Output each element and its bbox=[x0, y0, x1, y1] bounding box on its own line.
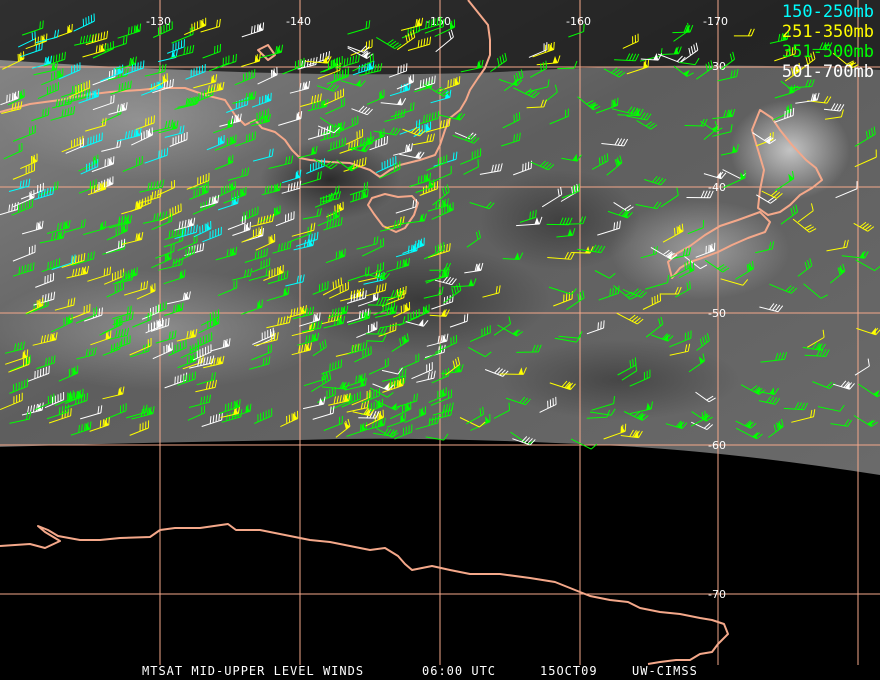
lat-label-60: -60 bbox=[708, 439, 726, 452]
legend-item-251-350: 251-350mb bbox=[781, 22, 874, 42]
lat-label-50: -50 bbox=[708, 307, 726, 320]
footer-time: 06:00 UTC bbox=[422, 664, 497, 678]
lat-label-30: -30 bbox=[708, 60, 726, 73]
legend-item-351-500: 351-500mb bbox=[781, 42, 874, 62]
legend-item-150-250: 150-250mb bbox=[781, 2, 874, 22]
lon-label-170: -170 bbox=[703, 15, 728, 28]
footer-product: MTSAT MID-UPPER LEVEL WINDS bbox=[142, 664, 365, 678]
footer-date: 15OCT09 bbox=[540, 664, 598, 678]
footer-source: UW-CIMSS bbox=[632, 664, 698, 678]
lon-label-160: -160 bbox=[566, 15, 591, 28]
satellite-wind-map: -130 -140 -150 -160 -170 -30 -40 -50 -60… bbox=[0, 0, 880, 680]
lon-label-130: -130 bbox=[146, 15, 171, 28]
lat-label-70: -70 bbox=[708, 588, 726, 601]
footer-caption: MTSAT MID-UPPER LEVEL WINDS 06:00 UTC 15… bbox=[0, 664, 880, 680]
legend-item-501-700: 501-700mb bbox=[781, 62, 874, 82]
lon-label-140: -140 bbox=[286, 15, 311, 28]
pressure-legend: 150-250mb 251-350mb 351-500mb 501-700mb bbox=[782, 2, 874, 82]
